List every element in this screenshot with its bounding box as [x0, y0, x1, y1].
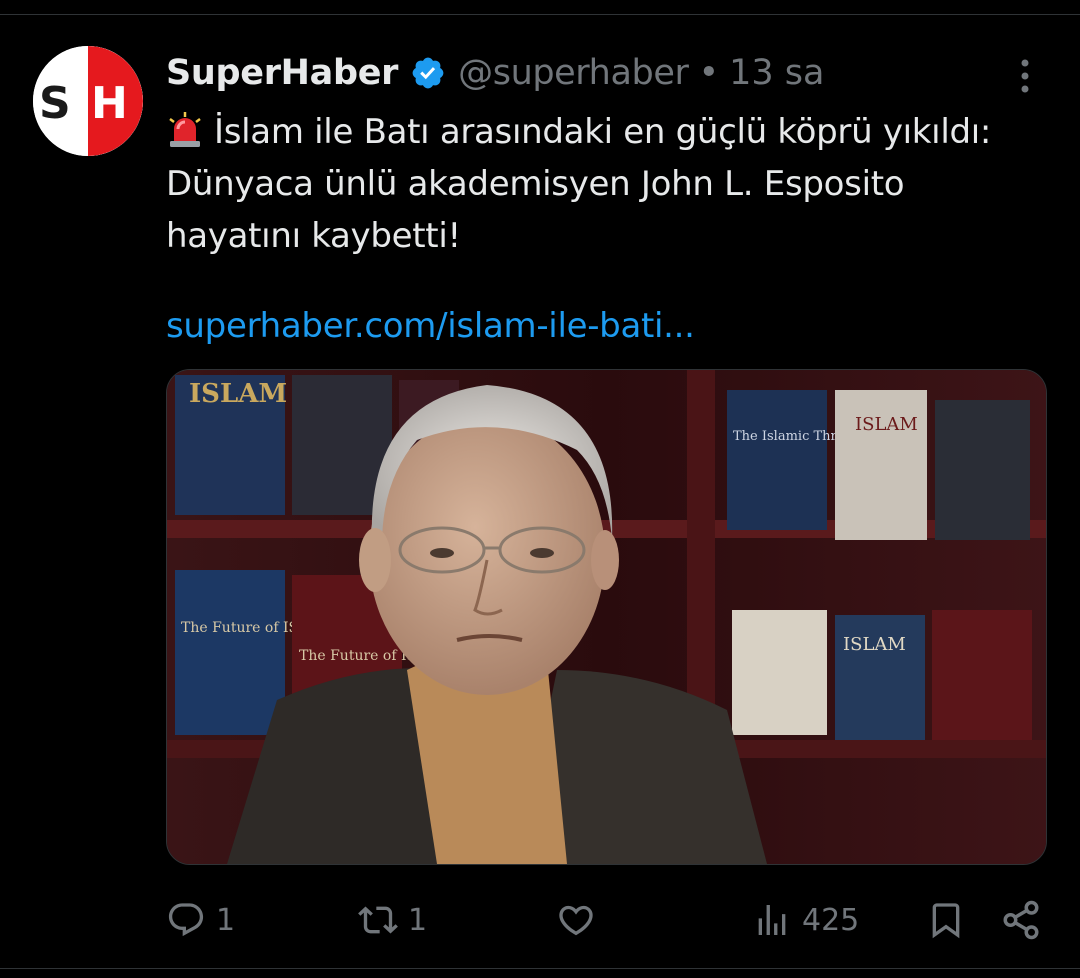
reply-button[interactable]: 1	[166, 890, 235, 950]
retweet-count: 1	[408, 902, 428, 938]
tweet-photo[interactable]: ISLAM The Future of ISLAM The Future of …	[166, 369, 1047, 865]
display-name[interactable]: SuperHaber	[166, 53, 398, 93]
views-button[interactable]: 425	[752, 890, 859, 950]
reply-icon	[168, 903, 204, 937]
more-options-icon[interactable]	[1012, 56, 1038, 96]
book-spine-text: ISLAM	[843, 634, 906, 655]
bookmark-icon	[932, 903, 960, 939]
avatar[interactable]: S H	[33, 46, 143, 156]
views-count: 425	[802, 902, 860, 938]
views-icon	[758, 905, 786, 935]
superhaber-logo: S H	[33, 46, 143, 156]
retweet-button[interactable]: 1	[358, 890, 427, 950]
svg-text:H: H	[91, 78, 128, 129]
heart-icon	[559, 905, 593, 936]
reply-count: 1	[216, 902, 236, 938]
book-spine-text: ISLAM	[189, 379, 287, 409]
portrait-photo: ISLAM The Future of ISLAM The Future of …	[167, 370, 1046, 864]
share-icon	[1003, 900, 1039, 940]
tweet-text: İslam ile Batı arasındaki en güçlü köprü…	[166, 106, 1026, 262]
bookmark-button[interactable]	[926, 890, 966, 950]
action-bar: 1 1 425	[0, 890, 1080, 950]
share-button[interactable]	[1000, 890, 1042, 950]
like-button[interactable]	[556, 890, 596, 950]
separator-dot: •	[698, 53, 720, 93]
retweet-icon	[358, 906, 398, 934]
timestamp[interactable]: 13 sa	[729, 53, 824, 93]
tweet-body: İslam ile Batı arasındaki en güçlü köprü…	[166, 112, 992, 256]
handle[interactable]: @superhaber	[458, 53, 689, 93]
article-link[interactable]: superhaber.com/islam-ile-bati...	[166, 300, 695, 352]
bottom-divider	[0, 968, 1080, 969]
police-light-icon	[169, 112, 201, 147]
svg-text:S: S	[39, 78, 71, 129]
verified-badge-icon	[412, 57, 444, 89]
book-spine-text: ISLAM	[855, 414, 918, 435]
top-divider	[0, 14, 1080, 15]
tweet-header: SuperHaber @superhaber • 13 sa	[166, 48, 824, 98]
